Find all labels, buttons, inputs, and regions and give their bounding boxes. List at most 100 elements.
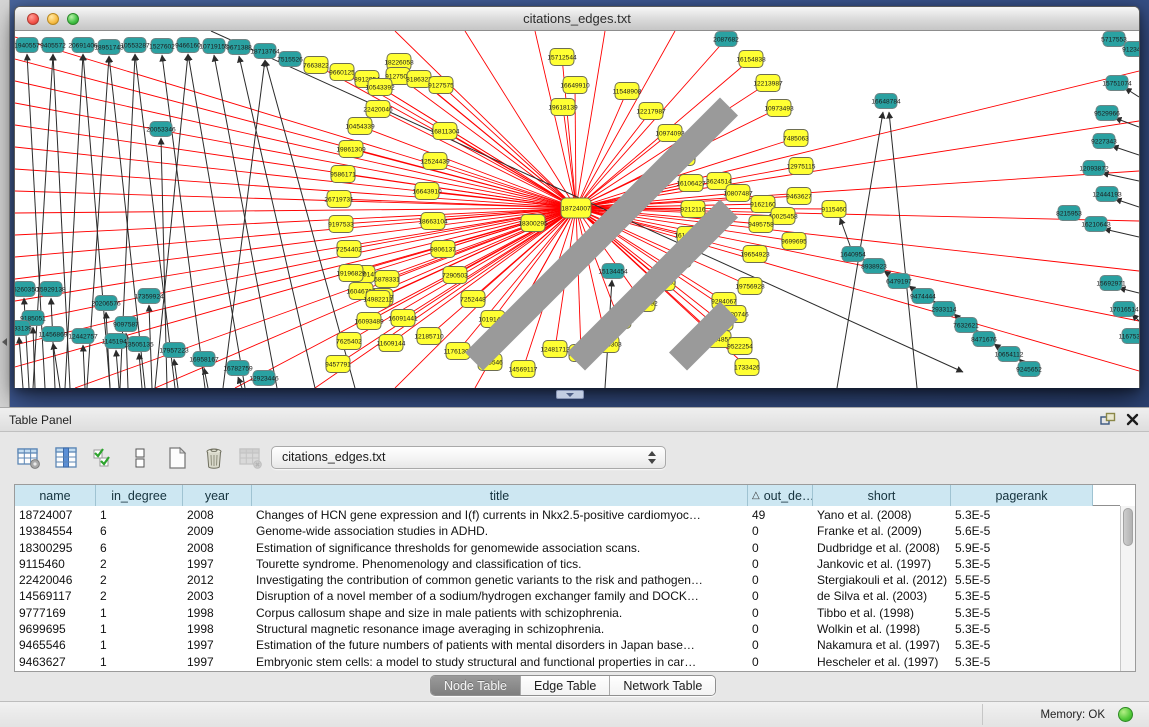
table-cell: Disruption of a novel member of a sodium…	[252, 588, 748, 604]
table-cell: 2	[96, 588, 183, 604]
dropdown-arrows-icon	[648, 451, 656, 464]
table-cell: 0	[748, 588, 813, 604]
table-options-icon[interactable]	[14, 443, 44, 473]
network-window-titlebar[interactable]: citations_edges.txt	[15, 7, 1139, 31]
table-cell: 1997	[183, 556, 252, 572]
table-cell: 5.5E-5	[951, 572, 1093, 588]
control-panel-edge	[0, 0, 10, 407]
table-cell: 14569117	[15, 588, 96, 604]
cytoscape-app: citations_edges.txt 19405579405572206914…	[0, 0, 1149, 727]
splitter-handle[interactable]	[556, 390, 584, 399]
table-panel-header: Table Panel	[0, 407, 1149, 432]
column-header-label: out_de…	[764, 489, 813, 503]
table-cell: Dudbridge et al. (2008)	[813, 540, 951, 556]
tab-edge-table[interactable]: Edge Table	[521, 676, 610, 696]
table-cell: Stergiakouli et al. (2012)	[813, 572, 951, 588]
table-row[interactable]: 1830029562008Estimation of significance …	[15, 540, 1120, 556]
table-cell: 0	[748, 523, 813, 539]
table-cell: 2008	[183, 540, 252, 556]
table-cell: 0	[748, 540, 813, 556]
close-panel-icon[interactable]	[1126, 413, 1139, 426]
collapse-panel-arrow-icon[interactable]	[2, 338, 7, 346]
table-cell: 0	[748, 621, 813, 637]
column-header-year[interactable]: year	[183, 485, 252, 506]
table-cell: Estimation of significance thresholds fo…	[252, 540, 748, 556]
column-header-label: in_degree	[111, 489, 167, 503]
table-row[interactable]: 1872400712008Changes of HCN gene express…	[15, 507, 1120, 523]
clear-selection-icon[interactable]	[125, 443, 155, 473]
table-cell: 18724007	[15, 507, 96, 523]
table-cell: 49	[748, 507, 813, 523]
column-header-short[interactable]: short	[813, 485, 951, 506]
table-cell: Investigating the contribution of common…	[252, 572, 748, 588]
table-cell: 1	[96, 507, 183, 523]
column-header-label: name	[39, 489, 70, 503]
table-cell: 5.3E-5	[951, 507, 1093, 523]
table-toolbar: f(x)	[14, 442, 303, 474]
column-header-pagerank[interactable]: pagerank	[951, 485, 1093, 506]
resize-grip-icon[interactable]	[15, 31, 1138, 387]
table-row[interactable]: 969969511998Structural magnetic resonanc…	[15, 621, 1120, 637]
column-header-out_de[interactable]: △out_de…	[748, 485, 813, 506]
table-row[interactable]: 1938455462009Genome-wide association stu…	[15, 523, 1120, 539]
table-cell: 18300295	[15, 540, 96, 556]
column-header-name[interactable]: name	[15, 485, 96, 506]
table-cell: Yano et al. (2008)	[813, 507, 951, 523]
table-row[interactable]: 977716911998Corpus callosum shape and si…	[15, 605, 1120, 621]
table-cell: Embryonic stem cells: a model to study s…	[252, 654, 748, 670]
scrollbar-thumb[interactable]	[1123, 508, 1133, 546]
table-row[interactable]: 2242004622012Investigating the contribut…	[15, 572, 1120, 588]
table-tabs: Node TableEdge TableNetwork Table	[430, 675, 716, 696]
table-cell: 1	[96, 605, 183, 621]
delete-table-icon[interactable]	[199, 443, 229, 473]
table-cell: Changes of HCN gene expression and I(f) …	[252, 507, 748, 523]
table-cell: 0	[748, 654, 813, 670]
table-cell: 2012	[183, 572, 252, 588]
column-header-title[interactable]: title	[252, 485, 748, 506]
table-cell: 1998	[183, 621, 252, 637]
table-cell: 1	[96, 654, 183, 670]
column-header-in_degree[interactable]: in_degree	[96, 485, 183, 506]
table-row[interactable]: 1456911722003Disruption of a novel membe…	[15, 588, 1120, 604]
column-header-label: short	[868, 489, 896, 503]
tab-node-table[interactable]: Node Table	[431, 676, 521, 696]
table-cell: Tibbo et al. (1998)	[813, 605, 951, 621]
table-cell: Tourette syndrome. Phenomenology and cla…	[252, 556, 748, 572]
table-cell: 2008	[183, 507, 252, 523]
table-row[interactable]: 946362711997Embryonic stem cells: a mode…	[15, 654, 1120, 670]
table-cell: 6	[96, 523, 183, 539]
select-all-icon[interactable]	[88, 443, 118, 473]
table-selector-dropdown[interactable]: citations_edges.txt	[271, 446, 666, 469]
table-vertical-scrollbar[interactable]	[1120, 506, 1135, 671]
table-cell: 0	[748, 556, 813, 572]
tab-network-table[interactable]: Network Table	[610, 676, 715, 696]
show-columns-icon[interactable]	[51, 443, 81, 473]
table-cell: 2003	[183, 588, 252, 604]
table-selector-value: citations_edges.txt	[282, 450, 386, 464]
table-cell: 0	[748, 572, 813, 588]
network-desktop: citations_edges.txt 19405579405572206914…	[0, 0, 1149, 407]
table-cell: 5.6E-5	[951, 523, 1093, 539]
table-cell: 9699695	[15, 621, 96, 637]
network-window-title: citations_edges.txt	[15, 11, 1139, 26]
table-cell: Genome-wide association studies in ADHD.	[252, 523, 748, 539]
table-header-row: name in_degree year title △out_de… short pager…	[15, 485, 1120, 506]
column-header-label: year	[205, 489, 229, 503]
table-cell: Franke et al. (2009)	[813, 523, 951, 539]
node-table: name in_degree year title △out_de… short pager…	[14, 484, 1136, 672]
table-cell: Nakamura et al. (1997)	[813, 637, 951, 653]
table-cell: de Silva et al. (2003)	[813, 588, 951, 604]
table-row[interactable]: 946554611997Estimation of the future num…	[15, 637, 1120, 653]
column-header-label: title	[490, 489, 509, 503]
network-view-canvas[interactable]: 1940557940557220691406189517431055328715…	[15, 31, 1139, 388]
create-table-icon[interactable]	[162, 443, 192, 473]
table-cell: 5.3E-5	[951, 588, 1093, 604]
table-cell: Structural magnetic resonance image aver…	[252, 621, 748, 637]
table-cell: 9777169	[15, 605, 96, 621]
table-cell: 5.9E-5	[951, 540, 1093, 556]
float-panel-icon[interactable]	[1100, 412, 1116, 426]
table-cell: Estimation of the future numbers of pati…	[252, 637, 748, 653]
table-cell: 5.3E-5	[951, 654, 1093, 670]
delete-columns-icon[interactable]	[236, 443, 266, 473]
table-row[interactable]: 911546021997Tourette syndrome. Phenomeno…	[15, 556, 1120, 572]
